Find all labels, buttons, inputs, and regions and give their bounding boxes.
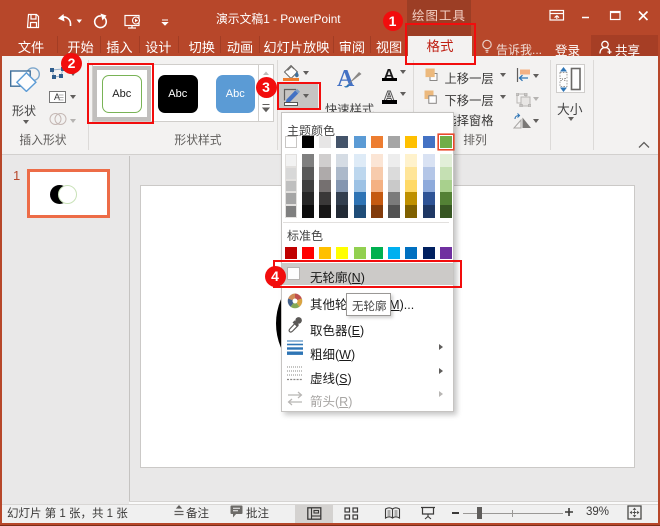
svg-text:A: A (54, 92, 60, 102)
svg-text:A: A (337, 66, 355, 92)
